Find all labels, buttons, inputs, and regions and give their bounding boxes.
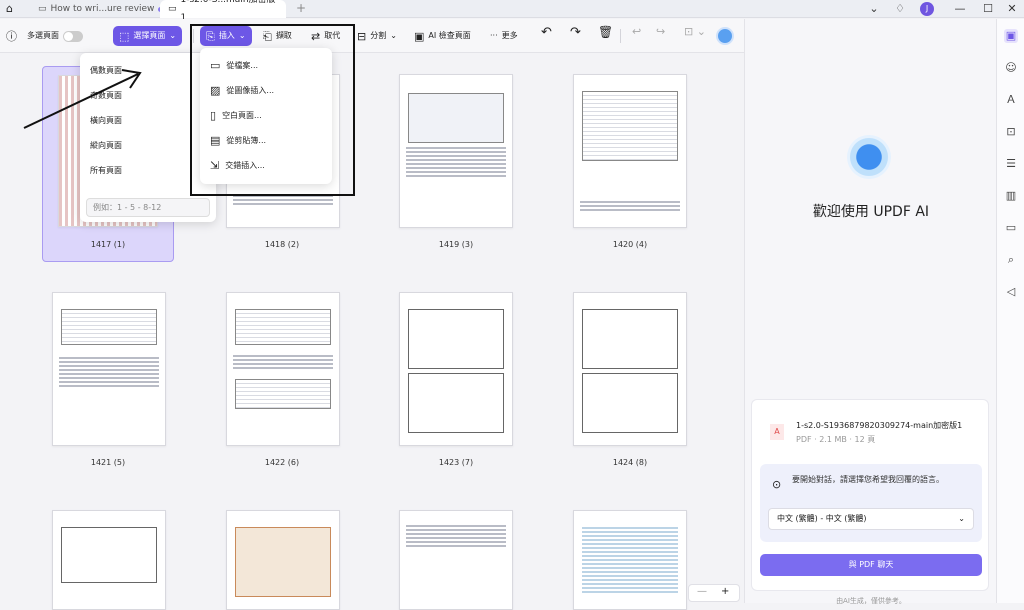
select-pages-button[interactable]: ⬚ 選擇頁面 ⌄: [113, 26, 183, 46]
split-button[interactable]: ⊟ 分割 ⌄: [357, 26, 397, 46]
page-label: 1419 (3): [438, 240, 474, 249]
translate-icon[interactable]: Ａ: [1004, 93, 1018, 107]
ai-sidebar-icon[interactable]: ▣: [1004, 29, 1018, 43]
page-label: 1424 (8): [612, 458, 648, 467]
multi-page-toggle[interactable]: ⓘ 多選頁面: [6, 26, 83, 46]
more-icon: ···: [490, 31, 498, 40]
ai-disclaimer: 由AI生成，僅供參考。: [836, 597, 906, 605]
tab-how-to-write[interactable]: ▭ How to wri...ure review: [38, 0, 164, 18]
folder-ai-icon[interactable]: ▭: [1004, 221, 1018, 235]
page-1423[interactable]: [399, 292, 513, 446]
ai-logo-icon: [847, 135, 891, 179]
comment-icon: ▭: [168, 4, 177, 14]
minimize-button[interactable]: —: [948, 0, 972, 18]
page-range-input[interactable]: 例如：1 - 5 - 8-12: [86, 198, 210, 217]
redo-icon[interactable]: ↪: [656, 26, 665, 46]
save-icon[interactable]: ⊡ ⌄: [684, 26, 706, 46]
toggle-switch[interactable]: [63, 30, 83, 42]
page-1426[interactable]: [226, 510, 340, 610]
multi-page-label: 多選頁面: [27, 31, 59, 40]
annotation-arrow: [23, 69, 142, 129]
help-icon[interactable]: ⓘ: [6, 31, 17, 42]
chevron-down-icon: ⌄: [390, 31, 397, 40]
page-1420[interactable]: [573, 74, 687, 228]
page-label: 1418 (2): [264, 240, 300, 249]
comment-icon: ▭: [38, 4, 47, 14]
add-tab-button[interactable]: +: [296, 1, 306, 15]
ai-check-icon: ▣: [414, 29, 425, 43]
close-button[interactable]: ✕: [1000, 0, 1024, 18]
split-icon: ⊟: [357, 29, 367, 43]
ocr-icon[interactable]: ⊡: [1004, 125, 1018, 139]
rotate-left-icon[interactable]: ↶: [541, 26, 552, 46]
megaphone-icon[interactable]: ◁: [1004, 285, 1018, 299]
pdf-icon: A: [770, 424, 784, 440]
home-icon[interactable]: ⌂: [6, 2, 13, 15]
page-1419[interactable]: [399, 74, 513, 228]
chat-icon[interactable]: ☺: [1004, 61, 1018, 75]
search-doc-icon[interactable]: ⌕: [1004, 253, 1018, 267]
ai-welcome-title: 歡迎使用 UPDF AI: [812, 204, 930, 220]
page-label: 1423 (7): [438, 458, 474, 467]
undo-icon[interactable]: ↩: [632, 26, 641, 46]
menu-item-all-pages[interactable]: 所有頁面: [90, 165, 122, 176]
tab-main-encrypted[interactable]: ▭ 1-s2.0-S...main加密版1: [160, 0, 286, 23]
page-label: 1420 (4): [612, 240, 648, 249]
page-1425[interactable]: [52, 510, 166, 610]
chevron-down-icon: ⌄: [169, 31, 177, 40]
file-meta: PDF · 2.1 MB · 12 頁: [796, 435, 876, 444]
chevron-down-icon[interactable]: ⌄: [862, 0, 886, 18]
file-card: A 1-s2.0-S1936879820309274-main加密版1 PDF …: [751, 399, 989, 591]
page-label: 1422 (6): [264, 458, 300, 467]
zoom-out-button[interactable]: —: [697, 586, 707, 597]
maximize-button[interactable]: ☐: [976, 0, 1000, 18]
zoom-in-button[interactable]: +: [721, 586, 729, 597]
cursor-icon: ⬚: [119, 29, 130, 43]
chevron-down-icon: ⌄: [958, 514, 965, 523]
page-1422[interactable]: [226, 292, 340, 446]
language-prompt-box: ⊙ 要開始對話，請選擇您希望我回覆的語言。 中文 (繁體) - 中文 (繁體) …: [760, 464, 982, 542]
zoom-controls: — +: [688, 584, 740, 602]
ai-chat-icon: ⊙: [772, 478, 782, 491]
page-1428[interactable]: [573, 510, 687, 610]
more-button[interactable]: ··· 更多: [490, 26, 518, 46]
annotation-highlight-box: [190, 24, 355, 196]
rotate-right-icon[interactable]: ↷: [570, 26, 581, 46]
bell-icon[interactable]: ♢: [888, 0, 912, 18]
page-1421[interactable]: [52, 292, 166, 446]
book-icon[interactable]: ▥: [1004, 189, 1018, 203]
page-1424[interactable]: [573, 292, 687, 446]
summary-icon[interactable]: ☰: [1004, 157, 1018, 171]
avatar[interactable]: J: [920, 2, 934, 16]
ai-assistant-icon[interactable]: [716, 27, 734, 45]
ai-panel: 歡迎使用 UPDF AI A 1-s2.0-S1936879820309274-…: [744, 19, 996, 605]
menu-item-portrait-pages[interactable]: 縱向頁面: [90, 140, 122, 151]
file-name: 1-s2.0-S1936879820309274-main加密版1: [796, 421, 963, 430]
page-label: 1417 (1): [90, 240, 126, 249]
page-toolbar: ⓘ 多選頁面 ⬚ 選擇頁面 ⌄ ⎘ 插入 ⌄ ⎗ 擷取 ⇄ 取代 ⊟ 分割 ⌄ …: [0, 19, 744, 53]
language-prompt-text: 要開始對話，請選擇您希望我回覆的語言。: [792, 475, 944, 484]
page-1427[interactable]: [399, 510, 513, 610]
tab-bar: ⌂ ▭ How to wri...ure review ▭ 1-s2.0-S..…: [0, 0, 1024, 23]
right-tool-rail: ▣ ☺ Ａ ⊡ ☰ ▥ ▭ ⌕ ◁: [996, 19, 1024, 603]
ai-check-pages-button[interactable]: ▣ AI 檢查頁面: [414, 26, 471, 46]
page-label: 1421 (5): [90, 458, 126, 467]
tab-label: How to wri...ure review: [50, 4, 155, 14]
chat-with-pdf-button[interactable]: 與 PDF 聊天: [760, 554, 982, 576]
language-select[interactable]: 中文 (繁體) - 中文 (繁體) ⌄: [768, 508, 974, 530]
delete-icon[interactable]: 🗑: [598, 26, 613, 46]
